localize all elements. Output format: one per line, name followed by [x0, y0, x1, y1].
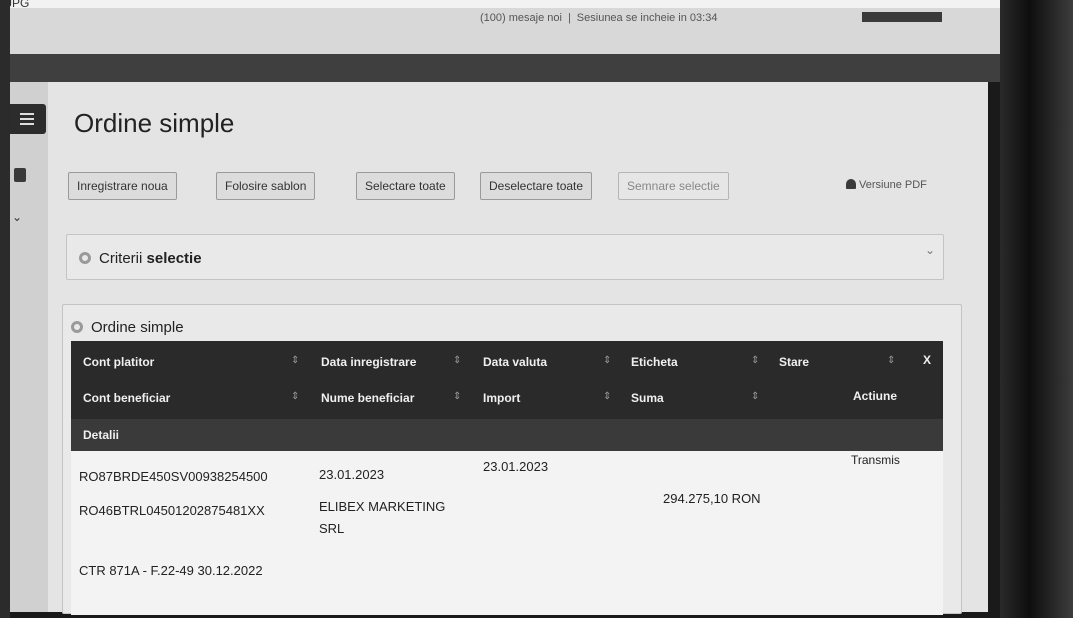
- close-filter-button[interactable]: X: [923, 353, 931, 367]
- col-eticheta[interactable]: Eticheta: [631, 355, 678, 369]
- pdf-version-label: Versiune PDF: [859, 179, 927, 191]
- cell-stare[interactable]: Transmis: [851, 453, 900, 467]
- col-nume-beneficiar[interactable]: Nume beneficiar: [321, 391, 414, 405]
- col-actiune: Actiune: [853, 389, 898, 403]
- selection-criteria-panel[interactable]: Criterii selectie ⌄: [66, 234, 944, 280]
- pdf-icon: [846, 179, 856, 189]
- criteria-title-prefix: Criterii: [99, 250, 143, 267]
- expand-icon[interactable]: ⌄: [925, 243, 935, 257]
- sort-icon[interactable]: ⇕: [751, 391, 759, 402]
- cell-nume-beneficiar: ELIBEX MARKETING: [319, 499, 446, 514]
- new-order-button[interactable]: Inregistrare noua: [68, 172, 177, 200]
- top-status-bar: (100) mesaje noi | Sesiunea se incheie in …: [10, 8, 1000, 54]
- orders-title-text: Ordine simple: [91, 319, 184, 336]
- circle-icon: [71, 321, 83, 333]
- header-row-details: Detalii: [71, 419, 943, 451]
- main-content: Ordine simple Inregistrare noua Folosire…: [48, 82, 988, 615]
- orders-table-header: Cont platitor ⇕ Data inregistrare ⇕ Data…: [71, 341, 943, 451]
- pdf-version-link[interactable]: Versiune PDF: [846, 179, 927, 191]
- circle-icon: [79, 252, 91, 264]
- col-suma[interactable]: Suma: [631, 391, 664, 405]
- status-text: (100) mesaje noi | Sesiunea se incheie in …: [480, 12, 718, 24]
- sort-icon[interactable]: ⇕: [291, 355, 299, 366]
- cell-nume-beneficiar-line2: SRL: [319, 521, 345, 536]
- sort-icon[interactable]: ⇕: [291, 391, 299, 402]
- toolbar: Inregistrare noua Folosire sablon Select…: [68, 172, 968, 202]
- cell-cont-platitor: RO87BRDE450SV00938254500: [79, 469, 268, 484]
- messages-link[interactable]: (100) mesaje noi: [480, 12, 562, 24]
- sort-icon[interactable]: ⇕: [887, 355, 895, 366]
- orders-panel-title: Ordine simple: [71, 319, 184, 336]
- sort-icon[interactable]: ⇕: [603, 391, 611, 402]
- menu-icon[interactable]: [10, 104, 46, 134]
- table-row[interactable]: RO87BRDE450SV00938254500 23.01.2023 23.0…: [71, 451, 943, 615]
- logout-button[interactable]: [862, 12, 942, 22]
- col-cont-beneficiar[interactable]: Cont beneficiar: [83, 391, 170, 405]
- monitor-bezel: [1000, 0, 1073, 618]
- criteria-title: Criterii selectie: [79, 250, 202, 267]
- col-data-valuta[interactable]: Data valuta: [483, 355, 547, 369]
- page-title: Ordine simple: [74, 108, 235, 138]
- col-cont-platitor[interactable]: Cont platitor: [83, 355, 154, 369]
- chevron-down-icon[interactable]: ⌄: [12, 210, 22, 224]
- use-template-button[interactable]: Folosire sablon: [216, 172, 316, 200]
- app-header-band: [10, 54, 1000, 82]
- sort-icon[interactable]: ⇕: [453, 391, 461, 402]
- sort-icon[interactable]: ⇕: [603, 355, 611, 366]
- col-data-inregistrare[interactable]: Data inregistrare: [321, 355, 416, 369]
- sort-icon[interactable]: ⇕: [751, 355, 759, 366]
- col-import[interactable]: Import: [483, 391, 520, 405]
- session-timer: Sesiunea se incheie in 03:34: [576, 12, 718, 24]
- left-bezel: [0, 0, 10, 618]
- col-detalii: Detalii: [83, 428, 120, 442]
- cell-detalii: CTR 871A - F.22-49 30.12.2022: [79, 563, 263, 578]
- cell-cont-beneficiar: RO46BTRL04501202875481XX: [79, 503, 265, 518]
- cell-data-inregistrare: 23.01.2023: [319, 467, 385, 482]
- sign-selection-button[interactable]: Semnare selectie: [618, 172, 729, 200]
- cell-data-valuta: 23.01.2023: [483, 459, 549, 474]
- orders-panel: Ordine simple Cont platitor ⇕ Data inreg…: [62, 304, 962, 615]
- col-stare[interactable]: Stare: [779, 355, 809, 369]
- deselect-all-button[interactable]: Deselectare toate: [480, 172, 593, 200]
- photo-top-edge: JPG: [0, 0, 1073, 10]
- criteria-title-bold: selectie: [146, 250, 202, 267]
- document-icon[interactable]: [14, 168, 26, 182]
- sort-icon[interactable]: ⇕: [453, 355, 461, 366]
- cell-suma: 294.275,10 RON: [663, 491, 761, 506]
- app-sidebar: ⌄: [10, 82, 48, 612]
- select-all-button[interactable]: Selectare toate: [356, 172, 455, 200]
